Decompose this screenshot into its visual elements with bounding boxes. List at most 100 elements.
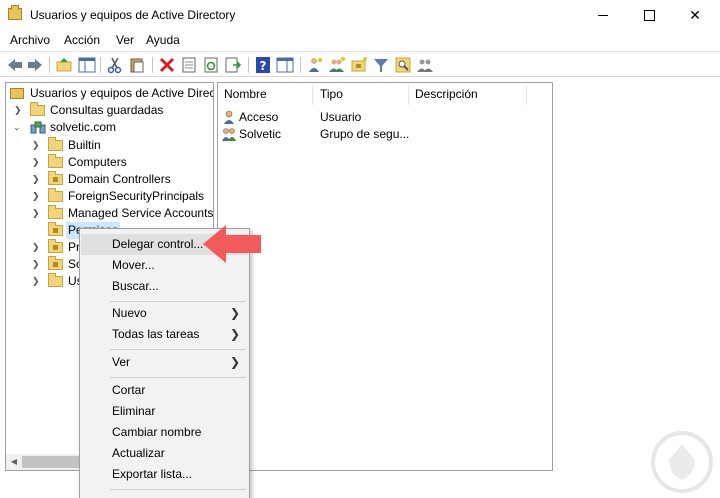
column-divider[interactable] (408, 85, 409, 105)
menu-item-label: Actualizar (112, 446, 165, 460)
tree-item-label: Managed Service Accounts (68, 206, 214, 220)
find-icon[interactable] (394, 56, 412, 74)
chevron-right-icon[interactable]: ❯ (32, 239, 40, 256)
new-user-icon[interactable] (306, 56, 324, 74)
refresh-icon[interactable] (202, 56, 220, 74)
back-icon[interactable] (6, 56, 24, 74)
tree-item-label: Builtin (68, 138, 101, 152)
menu-item-label: Buscar... (112, 279, 159, 293)
menu-item-label: Eliminar (112, 404, 156, 418)
filter-icon[interactable] (372, 56, 390, 74)
chevron-right-icon[interactable]: ❯ (14, 102, 22, 119)
column-header-tipo[interactable]: Tipo (320, 87, 343, 101)
menu-item-label: Mover... (112, 258, 155, 272)
up-folder-icon[interactable] (55, 56, 73, 74)
column-header-nombre[interactable]: Nombre (224, 87, 267, 101)
tree-root[interactable]: Usuarios y equipos de Active Directory (8, 85, 213, 102)
menu-bar: Archivo Acción Ver Ayuda (0, 30, 720, 50)
cut-icon[interactable] (106, 56, 124, 74)
column-header-descripcion[interactable]: Descripción (415, 87, 478, 101)
active-directory-icon (10, 88, 24, 99)
delete-icon[interactable] (158, 56, 176, 74)
tree-item-domain-controllers[interactable]: ❯ Domain Controllers (8, 171, 213, 188)
column-divider[interactable] (312, 85, 313, 105)
submenu-arrow-icon: ❯ (229, 306, 240, 320)
menu-ver[interactable]: Ver (116, 33, 134, 47)
organizational-unit-icon (48, 171, 63, 185)
list-item[interactable]: Acceso Usuario (222, 109, 542, 126)
menu-item-label: Ver (112, 355, 131, 369)
show-console-tree-icon[interactable] (78, 56, 96, 74)
new-ou-icon[interactable] (350, 56, 368, 74)
minimize-button[interactable] (580, 0, 626, 30)
add-to-group-icon[interactable] (416, 56, 434, 74)
menu-item-exportar-lista[interactable]: Exportar lista... (81, 464, 248, 485)
tree-item-domain[interactable]: ⌄ solvetic.com (8, 119, 213, 136)
submenu-arrow-icon: ❯ (229, 327, 240, 341)
chevron-right-icon[interactable]: ❯ (32, 154, 40, 171)
list-item-type: Grupo de segu... (320, 127, 410, 141)
menu-item-label: Todas las tareas (112, 327, 200, 341)
menu-accion[interactable]: Acción (64, 33, 100, 47)
new-group-icon[interactable] (328, 56, 346, 74)
list-item-name: Solvetic (239, 127, 282, 141)
menu-separator (110, 301, 246, 302)
chevron-right-icon[interactable]: ❯ (32, 273, 40, 290)
chevron-right-icon[interactable]: ❯ (32, 205, 40, 222)
menu-item-ver[interactable]: Ver ❯ (81, 352, 248, 373)
help-icon[interactable]: ? (254, 56, 272, 74)
organizational-unit-icon (48, 239, 63, 253)
folder-icon (48, 154, 63, 168)
tree-item-foreign-security-principals[interactable]: ❯ ForeignSecurityPrincipals (8, 188, 213, 205)
export-list-icon[interactable] (224, 56, 242, 74)
context-menu: Delegar control... Mover... Buscar... Nu… (79, 228, 250, 498)
tree-item-managed-service-accounts[interactable]: ❯ Managed Service Accounts (8, 205, 213, 222)
tree-item-label: ForeignSecurityPrincipals (68, 189, 205, 203)
tree-item-computers[interactable]: ❯ Computers (8, 154, 213, 171)
toolbar-separator (248, 57, 249, 73)
toolbar: ? (0, 51, 720, 77)
menu-item-buscar[interactable]: Buscar... (81, 276, 248, 297)
maximize-button[interactable] (626, 0, 672, 30)
menu-item-actualizar[interactable]: Actualizar (81, 443, 248, 464)
submenu-arrow-icon: ❯ (229, 355, 240, 369)
action-pane-icon[interactable] (276, 56, 294, 74)
chevron-down-icon[interactable]: ⌄ (13, 119, 21, 136)
paste-icon[interactable] (128, 56, 146, 74)
chevron-right-icon[interactable]: ❯ (32, 171, 40, 188)
menu-item-nuevo[interactable]: Nuevo ❯ (81, 303, 248, 324)
chevron-right-icon[interactable]: ❯ (32, 188, 40, 205)
toolbar-separator (100, 57, 101, 73)
list-item[interactable]: Solvetic Grupo de segu... (222, 126, 542, 143)
watermark-logo (651, 431, 713, 493)
forward-icon[interactable] (26, 56, 44, 74)
folder-icon (30, 102, 45, 116)
menu-item-eliminar[interactable]: Eliminar (81, 401, 248, 422)
close-button[interactable]: ✕ (672, 0, 718, 30)
chevron-right-icon[interactable]: ❯ (32, 256, 40, 273)
folder-icon (48, 205, 63, 219)
menu-item-cambiar-nombre[interactable]: Cambiar nombre (81, 422, 248, 443)
chevron-right-icon[interactable]: ❯ (32, 137, 40, 154)
title-bar: Usuarios y equipos de Active Directory ✕ (0, 0, 720, 30)
menu-item-label: Cambiar nombre (112, 425, 202, 439)
menu-item-label: Cortar (112, 383, 146, 397)
callout-arrow-icon (203, 225, 261, 263)
folder-icon (48, 188, 63, 202)
folder-icon (48, 273, 63, 287)
tree-root-label: Usuarios y equipos de Active Directory (30, 86, 213, 100)
tree-item-label: solvetic.com (50, 120, 117, 134)
details-pane[interactable]: Nombre Tipo Descripción Acceso Usuario S… (217, 82, 553, 471)
column-divider[interactable] (526, 85, 527, 105)
menu-item-todas-las-tareas[interactable]: Todas las tareas ❯ (81, 324, 248, 345)
properties-icon[interactable] (180, 56, 198, 74)
tree-item-builtin[interactable]: ❯ Builtin (8, 137, 213, 154)
scroll-left-icon[interactable]: ◀ (6, 454, 22, 470)
tree-item-label: Consultas guardadas (50, 103, 164, 117)
menu-archivo[interactable]: Archivo (10, 33, 50, 47)
menu-ayuda[interactable]: Ayuda (146, 33, 180, 47)
menu-item-cortar[interactable]: Cortar (81, 380, 248, 401)
tree-item-label: Computers (68, 155, 127, 169)
tree-item-saved-queries[interactable]: ❯ Consultas guardadas (8, 102, 213, 119)
menu-separator (110, 349, 246, 350)
